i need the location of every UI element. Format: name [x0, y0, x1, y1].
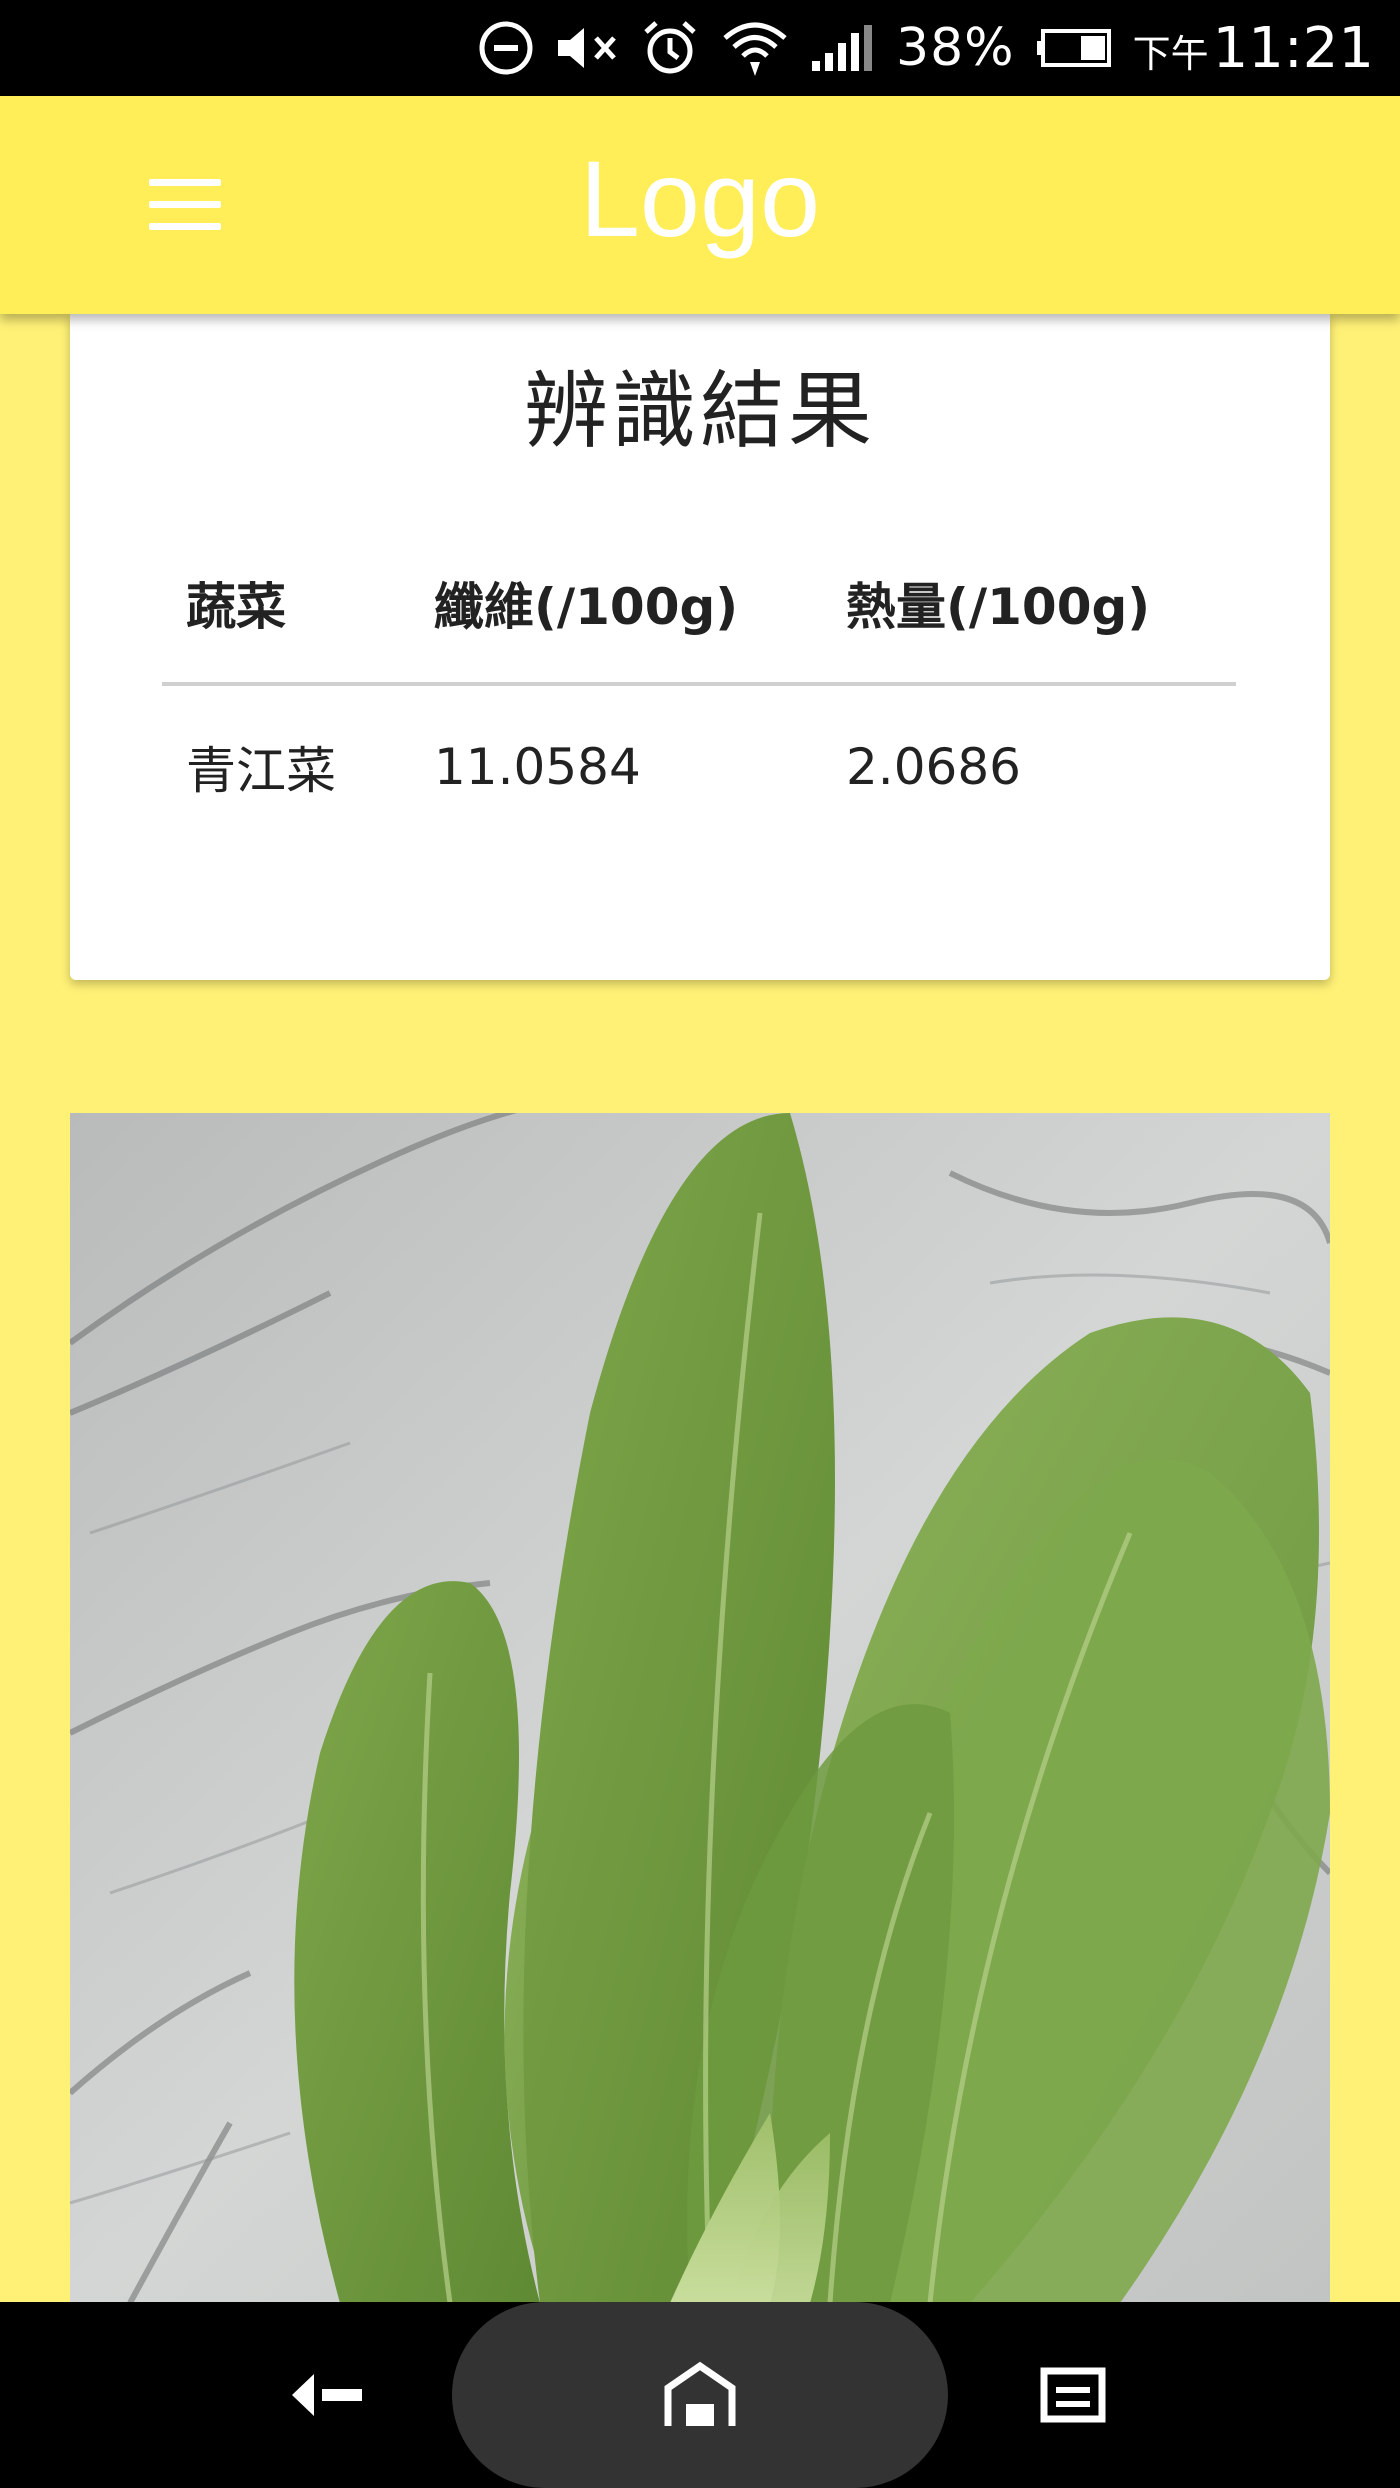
header-calories: 熱量(/100g) — [822, 524, 1236, 686]
do-not-disturb-icon — [478, 18, 534, 78]
header-fiber: 纖維(/100g) — [410, 524, 822, 686]
header-vegetable: 蔬菜 — [162, 524, 410, 686]
result-title: 辨識結果 — [523, 362, 876, 460]
back-icon[interactable] — [278, 2350, 378, 2440]
cell-calories: 2.0686 — [846, 738, 1021, 796]
home-icon[interactable] — [650, 2350, 750, 2440]
app-bar: Logo — [0, 96, 1400, 314]
table-header-row: 蔬菜 纖維(/100g) 熱量(/100g) — [162, 524, 1236, 686]
result-card: 辨識結果 蔬菜 纖維(/100g) 熱量(/100g) 青江菜 11.0584 … — [70, 314, 1330, 980]
status-bar: 38% 下午11:21 — [0, 0, 1400, 96]
battery-percent: 38% — [896, 18, 1015, 78]
bok-choy-photo — [70, 1113, 1330, 2303]
app-logo: Logo — [579, 138, 821, 259]
mute-icon — [554, 18, 620, 78]
recents-icon[interactable] — [1023, 2350, 1123, 2440]
app-screen: 38% 下午11:21 Logo 辨識結果 蔬菜 纖維(/100g) 熱量(/1… — [0, 0, 1400, 2488]
time-period: 下午 — [1132, 31, 1209, 76]
system-navigation-bar — [0, 2302, 1400, 2488]
battery-icon — [1035, 18, 1113, 78]
wifi-icon — [720, 18, 790, 78]
cell-vegetable: 青江菜 — [186, 742, 336, 800]
signal-icon — [810, 18, 876, 78]
nutrition-table: 蔬菜 纖維(/100g) 熱量(/100g) 青江菜 11.0584 2.068… — [162, 524, 1236, 878]
alarm-icon — [640, 18, 700, 78]
cell-fiber: 11.0584 — [434, 738, 641, 796]
table-row: 青江菜 11.0584 2.0686 — [162, 684, 1236, 878]
clock: 下午11:21 — [1133, 16, 1374, 81]
time-value: 11:21 — [1212, 15, 1374, 81]
